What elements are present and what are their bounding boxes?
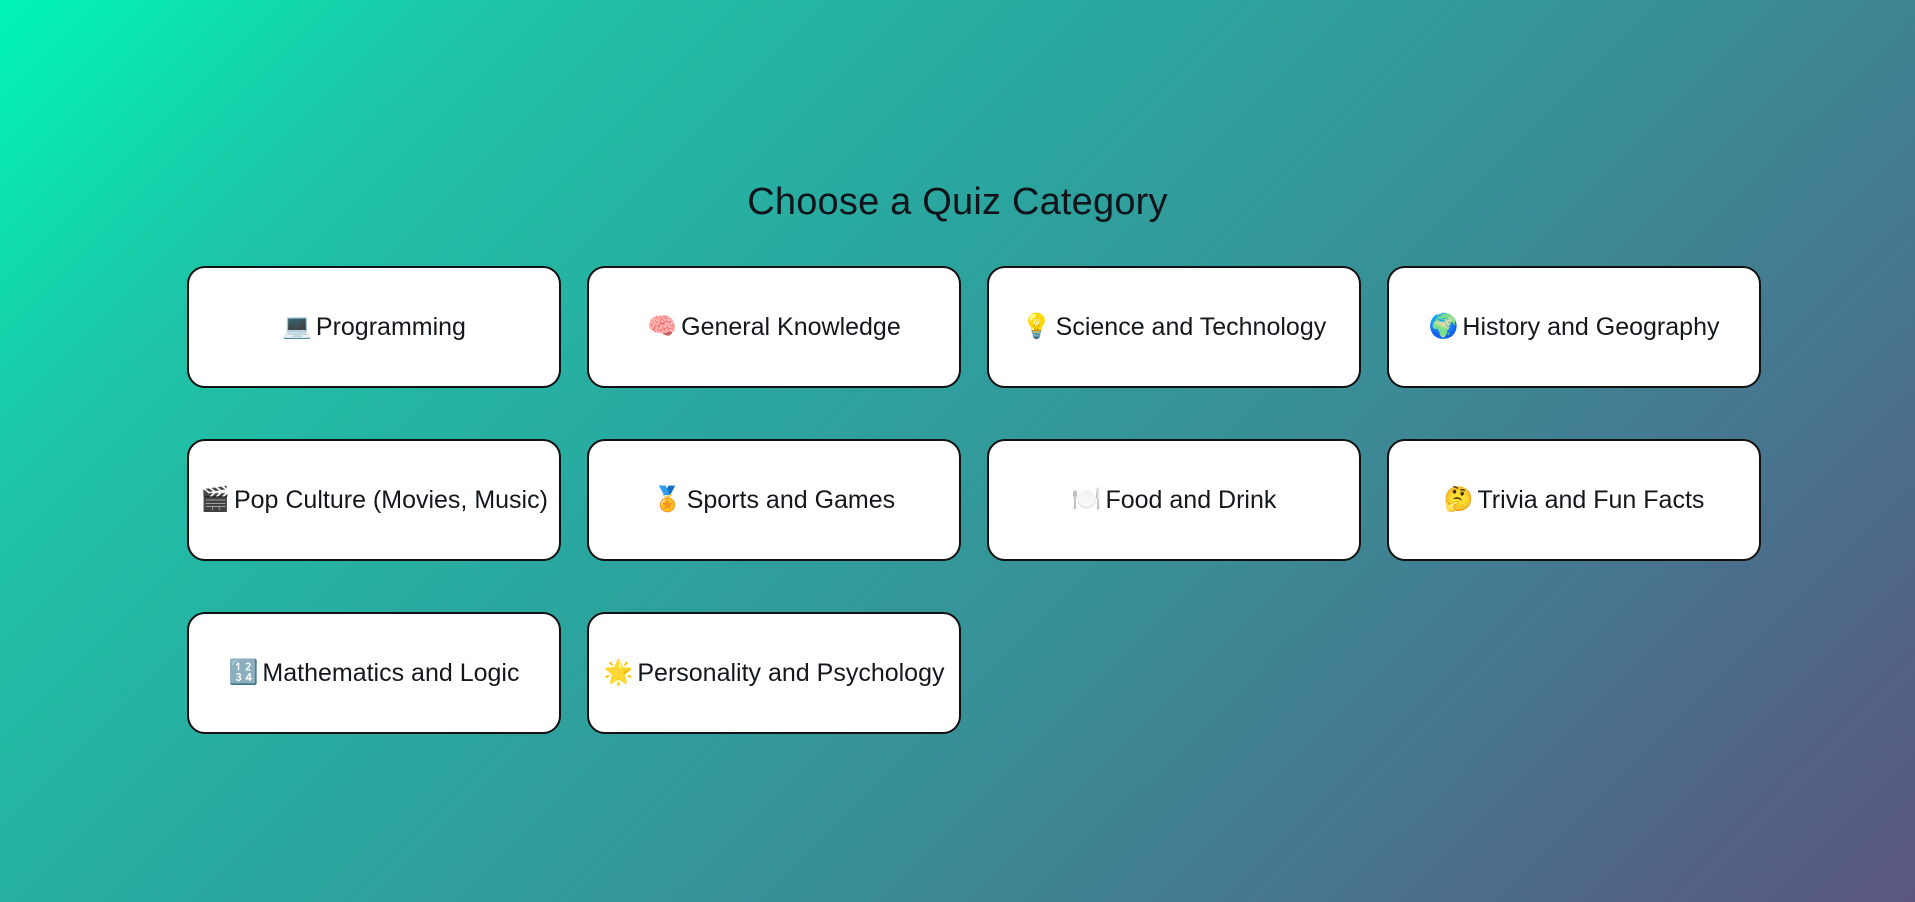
- numbers-icon: 🔢: [228, 659, 259, 686]
- star-icon: 🌟: [603, 659, 634, 686]
- category-card-history-geography[interactable]: 🌍 History and Geography: [1387, 266, 1761, 388]
- page-title: Choose a Quiz Category: [747, 181, 1168, 224]
- laptop-icon: 💻: [282, 313, 312, 340]
- category-card-pop-culture[interactable]: 🎬 Pop Culture (Movies, Music): [187, 439, 561, 561]
- category-card-sports-games[interactable]: 🏅 Sports and Games: [587, 439, 961, 561]
- category-card-personality-psychology[interactable]: 🌟 Personality and Psychology: [587, 612, 961, 734]
- thinking-face-icon: 🤔: [1443, 486, 1474, 513]
- category-label: Food and Drink: [1105, 485, 1277, 514]
- category-card-trivia-fun-facts[interactable]: 🤔 Trivia and Fun Facts: [1387, 439, 1761, 561]
- globe-icon: 🌍: [1428, 313, 1459, 340]
- category-card-mathematics-logic[interactable]: 🔢 Mathematics and Logic: [187, 612, 561, 734]
- category-card-food-drink[interactable]: 🍽️ Food and Drink: [987, 439, 1361, 561]
- brain-icon: 🧠: [647, 313, 678, 340]
- category-label: General Knowledge: [681, 312, 901, 341]
- category-label: Sports and Games: [686, 485, 896, 514]
- category-grid: 💻 Programming 🧠 General Knowledge 💡 Scie…: [187, 266, 1763, 734]
- lightbulb-icon: 💡: [1021, 313, 1052, 340]
- category-card-science-technology[interactable]: 💡 Science and Technology: [987, 266, 1361, 388]
- clapperboard-icon: 🎬: [200, 486, 230, 513]
- category-label: Mathematics and Logic: [262, 658, 520, 687]
- medal-icon: 🏅: [652, 486, 683, 513]
- category-card-general-knowledge[interactable]: 🧠 General Knowledge: [587, 266, 961, 388]
- category-label: Science and Technology: [1055, 312, 1327, 341]
- category-label: Pop Culture (Movies, Music): [233, 485, 548, 514]
- category-label: History and Geography: [1462, 312, 1720, 341]
- category-label: Programming: [315, 312, 466, 341]
- plate-icon: 🍽️: [1071, 486, 1102, 513]
- category-card-programming[interactable]: 💻 Programming: [187, 266, 561, 388]
- category-label: Trivia and Fun Facts: [1477, 485, 1705, 514]
- category-label: Personality and Psychology: [637, 658, 945, 687]
